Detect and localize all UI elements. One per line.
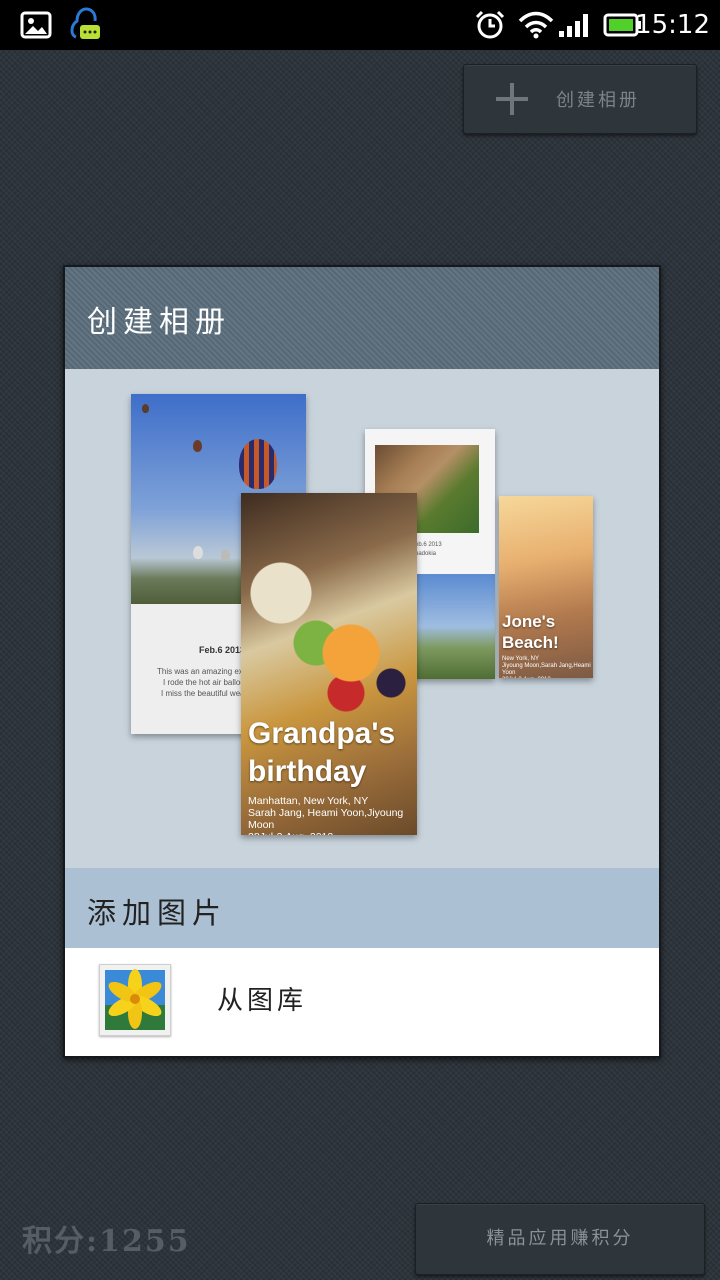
- beach-card-info: New York, NY Jiyoung Moon,Sarah Jang,Hea…: [502, 656, 591, 678]
- birthday-card-info: Manhattan, New York, NY Sarah Jang, Heam…: [248, 795, 404, 835]
- from-gallery-label: 从图库: [217, 986, 308, 1016]
- dialog-title: 创建相册: [87, 305, 231, 340]
- qq-chat-icon: [68, 0, 102, 50]
- left-card-line: I rode the hot air balloon: [163, 678, 250, 687]
- create-album-label: 创建相册: [556, 90, 640, 111]
- add-photos-header: 添加图片: [65, 868, 659, 948]
- earn-points-button[interactable]: 精品应用赚积分: [415, 1203, 705, 1275]
- balloon-field-photo: [415, 574, 495, 679]
- from-gallery-option[interactable]: 从图库: [65, 948, 659, 1054]
- middle-card-caption: padokia: [415, 551, 437, 557]
- gallery-icon: [99, 964, 171, 1036]
- create-album-dialog: 创建相册 Feb.6 2013 This was an amazing expe…: [63, 265, 661, 1058]
- album-template-preview: Feb.6 2013 This was an amazing expe I ro…: [65, 369, 659, 868]
- create-album-button[interactable]: 创建相册: [463, 64, 697, 134]
- middle-card-date: eb.6 2013: [415, 542, 442, 548]
- album-card-beach: Jone's Beach! New York, NY Jiyoung Moon,…: [499, 496, 593, 678]
- status-bar: 15:12: [0, 0, 720, 50]
- dialog-header: 创建相册: [65, 267, 659, 369]
- left-card-date: Feb.6 2013: [199, 645, 246, 655]
- signal-icon: [557, 0, 593, 50]
- wifi-icon: [518, 0, 554, 50]
- status-time: 15:12: [635, 10, 710, 40]
- add-photos-title: 添加图片: [87, 896, 228, 930]
- alarm-icon: [474, 0, 506, 50]
- left-card-line: I miss the beautiful weath: [161, 689, 252, 698]
- image-notification-icon: [20, 0, 52, 50]
- birthday-card-title: Grandpa's birthday: [248, 717, 396, 788]
- plus-icon: [492, 79, 532, 119]
- album-card-birthday: Grandpa's birthday Manhattan, New York, …: [241, 493, 417, 835]
- points-counter: 积分:1255: [22, 1224, 191, 1259]
- beach-card-title: Jone's Beach!: [502, 612, 559, 652]
- left-card-line: This was an amazing expe: [157, 667, 252, 676]
